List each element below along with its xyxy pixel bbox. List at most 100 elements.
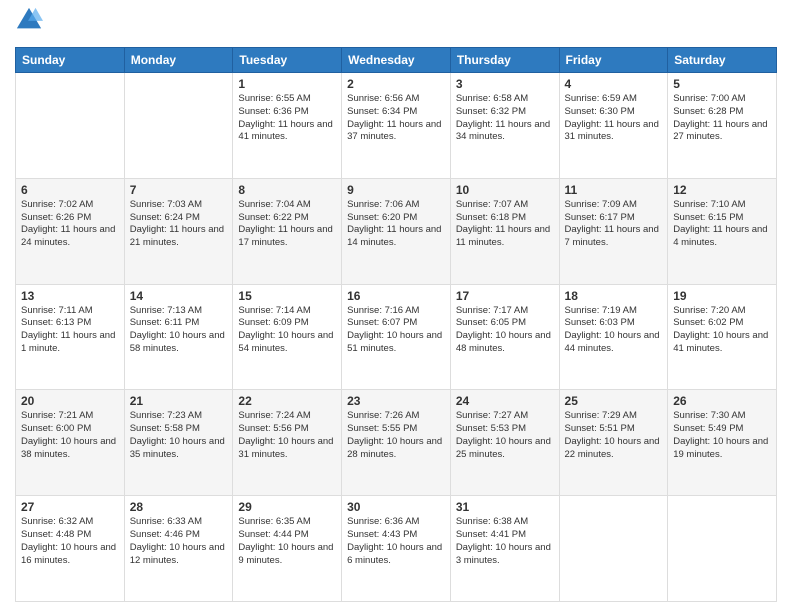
day-number: 16	[347, 289, 445, 303]
day-number: 17	[456, 289, 554, 303]
weekday-header-cell: Thursday	[450, 48, 559, 73]
day-number: 23	[347, 394, 445, 408]
calendar-cell: 17 Sunrise: 7:17 AMSunset: 6:05 PMDayligh…	[450, 284, 559, 390]
cell-sun-info: Sunrise: 7:04 AMSunset: 6:22 PMDaylight:…	[238, 199, 336, 250]
calendar-cell	[559, 496, 668, 602]
cell-sun-info: Sunrise: 7:27 AMSunset: 5:53 PMDaylight:…	[456, 410, 554, 461]
cell-sun-info: Sunrise: 6:33 AMSunset: 4:46 PMDaylight:…	[130, 516, 228, 567]
calendar-cell: 7 Sunrise: 7:03 AMSunset: 6:24 PMDaylight…	[124, 178, 233, 284]
logo-icon	[15, 6, 43, 34]
cell-sun-info: Sunrise: 7:24 AMSunset: 5:56 PMDaylight:…	[238, 410, 336, 461]
cell-sun-info: Sunrise: 7:03 AMSunset: 6:24 PMDaylight:…	[130, 199, 228, 250]
cell-sun-info: Sunrise: 7:17 AMSunset: 6:05 PMDaylight:…	[456, 305, 554, 356]
day-number: 21	[130, 394, 228, 408]
day-number: 22	[238, 394, 336, 408]
cell-sun-info: Sunrise: 6:56 AMSunset: 6:34 PMDaylight:…	[347, 93, 445, 144]
calendar-cell: 27 Sunrise: 6:32 AMSunset: 4:48 PMDayligh…	[16, 496, 125, 602]
day-number: 11	[565, 183, 663, 197]
calendar-cell: 13 Sunrise: 7:11 AMSunset: 6:13 PMDayligh…	[16, 284, 125, 390]
day-number: 9	[347, 183, 445, 197]
calendar-cell: 28 Sunrise: 6:33 AMSunset: 4:46 PMDayligh…	[124, 496, 233, 602]
calendar-cell: 9 Sunrise: 7:06 AMSunset: 6:20 PMDaylight…	[342, 178, 451, 284]
cell-sun-info: Sunrise: 6:59 AMSunset: 6:30 PMDaylight:…	[565, 93, 663, 144]
day-number: 10	[456, 183, 554, 197]
day-number: 24	[456, 394, 554, 408]
cell-sun-info: Sunrise: 7:16 AMSunset: 6:07 PMDaylight:…	[347, 305, 445, 356]
day-number: 30	[347, 500, 445, 514]
cell-sun-info: Sunrise: 6:32 AMSunset: 4:48 PMDaylight:…	[21, 516, 119, 567]
calendar-body: 1 Sunrise: 6:55 AMSunset: 6:36 PMDaylight…	[16, 73, 777, 602]
calendar-cell: 2 Sunrise: 6:56 AMSunset: 6:34 PMDaylight…	[342, 73, 451, 179]
weekday-header-cell: Wednesday	[342, 48, 451, 73]
day-number: 7	[130, 183, 228, 197]
cell-sun-info: Sunrise: 7:13 AMSunset: 6:11 PMDaylight:…	[130, 305, 228, 356]
day-number: 13	[21, 289, 119, 303]
calendar-cell: 15 Sunrise: 7:14 AMSunset: 6:09 PMDayligh…	[233, 284, 342, 390]
cell-sun-info: Sunrise: 7:20 AMSunset: 6:02 PMDaylight:…	[673, 305, 771, 356]
calendar-cell: 23Sunrise: 7:26 AMSunset: 5:55 PMDayligh…	[342, 390, 451, 496]
day-number: 25	[565, 394, 663, 408]
logo	[15, 10, 43, 39]
cell-sun-info: Sunrise: 7:11 AMSunset: 6:13 PMDaylight:…	[21, 305, 119, 356]
calendar-cell	[16, 73, 125, 179]
day-number: 28	[130, 500, 228, 514]
cell-sun-info: Sunrise: 6:58 AMSunset: 6:32 PMDaylight:…	[456, 93, 554, 144]
day-number: 5	[673, 77, 771, 91]
day-number: 29	[238, 500, 336, 514]
calendar-cell	[124, 73, 233, 179]
day-number: 2	[347, 77, 445, 91]
calendar-week-row: 13 Sunrise: 7:11 AMSunset: 6:13 PMDayligh…	[16, 284, 777, 390]
calendar-cell: 3 Sunrise: 6:58 AMSunset: 6:32 PMDaylight…	[450, 73, 559, 179]
cell-sun-info: Sunrise: 7:06 AMSunset: 6:20 PMDaylight:…	[347, 199, 445, 250]
calendar-cell: 16 Sunrise: 7:16 AMSunset: 6:07 PMDayligh…	[342, 284, 451, 390]
calendar-cell: 29Sunrise: 6:35 AMSunset: 4:44 PMDayligh…	[233, 496, 342, 602]
cell-sun-info: Sunrise: 7:30 AMSunset: 5:49 PMDaylight:…	[673, 410, 771, 461]
day-number: 8	[238, 183, 336, 197]
weekday-header-cell: Tuesday	[233, 48, 342, 73]
weekday-header-cell: Friday	[559, 48, 668, 73]
calendar-week-row: 1 Sunrise: 6:55 AMSunset: 6:36 PMDaylight…	[16, 73, 777, 179]
cell-sun-info: Sunrise: 7:29 AMSunset: 5:51 PMDaylight:…	[565, 410, 663, 461]
day-number: 4	[565, 77, 663, 91]
calendar-cell: 31Sunrise: 6:38 AMSunset: 4:41 PMDayligh…	[450, 496, 559, 602]
page: SundayMondayTuesdayWednesdayThursdayFrid…	[0, 0, 792, 612]
day-number: 6	[21, 183, 119, 197]
calendar-cell: 10 Sunrise: 7:07 AMSunset: 6:18 PMDayligh…	[450, 178, 559, 284]
calendar-cell: 12Sunrise: 7:10 AMSunset: 6:15 PMDayligh…	[668, 178, 777, 284]
calendar-cell: 30Sunrise: 6:36 AMSunset: 4:43 PMDayligh…	[342, 496, 451, 602]
calendar-cell: 20Sunrise: 7:21 AMSunset: 6:00 PMDayligh…	[16, 390, 125, 496]
calendar-cell: 25 Sunrise: 7:29 AMSunset: 5:51 PMDayligh…	[559, 390, 668, 496]
day-number: 26	[673, 394, 771, 408]
calendar-week-row: 20Sunrise: 7:21 AMSunset: 6:00 PMDayligh…	[16, 390, 777, 496]
day-number: 14	[130, 289, 228, 303]
calendar-cell: 5 Sunrise: 7:00 AMSunset: 6:28 PMDaylight…	[668, 73, 777, 179]
day-number: 1	[238, 77, 336, 91]
day-number: 20	[21, 394, 119, 408]
calendar-cell: 24 Sunrise: 7:27 AMSunset: 5:53 PMDayligh…	[450, 390, 559, 496]
calendar-table: SundayMondayTuesdayWednesdayThursdayFrid…	[15, 47, 777, 602]
day-number: 27	[21, 500, 119, 514]
day-number: 15	[238, 289, 336, 303]
calendar-week-row: 6Sunrise: 7:02 AMSunset: 6:26 PMDaylight…	[16, 178, 777, 284]
cell-sun-info: Sunrise: 7:14 AMSunset: 6:09 PMDaylight:…	[238, 305, 336, 356]
day-number: 3	[456, 77, 554, 91]
calendar-cell: 11 Sunrise: 7:09 AMSunset: 6:17 PMDayligh…	[559, 178, 668, 284]
cell-sun-info: Sunrise: 7:07 AMSunset: 6:18 PMDaylight:…	[456, 199, 554, 250]
calendar-cell: 22 Sunrise: 7:24 AMSunset: 5:56 PMDayligh…	[233, 390, 342, 496]
calendar-cell: 4 Sunrise: 6:59 AMSunset: 6:30 PMDaylight…	[559, 73, 668, 179]
cell-sun-info: Sunrise: 7:23 AMSunset: 5:58 PMDaylight:…	[130, 410, 228, 461]
day-number: 12	[673, 183, 771, 197]
cell-sun-info: Sunrise: 7:09 AMSunset: 6:17 PMDaylight:…	[565, 199, 663, 250]
cell-sun-info: Sunrise: 7:19 AMSunset: 6:03 PMDaylight:…	[565, 305, 663, 356]
weekday-header-cell: Saturday	[668, 48, 777, 73]
cell-sun-info: Sunrise: 7:00 AMSunset: 6:28 PMDaylight:…	[673, 93, 771, 144]
weekday-header-cell: Sunday	[16, 48, 125, 73]
calendar-cell: 6Sunrise: 7:02 AMSunset: 6:26 PMDaylight…	[16, 178, 125, 284]
calendar-cell: 1 Sunrise: 6:55 AMSunset: 6:36 PMDaylight…	[233, 73, 342, 179]
calendar-cell	[668, 496, 777, 602]
cell-sun-info: Sunrise: 6:55 AMSunset: 6:36 PMDaylight:…	[238, 93, 336, 144]
calendar-cell: 19Sunrise: 7:20 AMSunset: 6:02 PMDayligh…	[668, 284, 777, 390]
cell-sun-info: Sunrise: 6:38 AMSunset: 4:41 PMDaylight:…	[456, 516, 554, 567]
calendar-week-row: 27 Sunrise: 6:32 AMSunset: 4:48 PMDayligh…	[16, 496, 777, 602]
weekday-header-row: SundayMondayTuesdayWednesdayThursdayFrid…	[16, 48, 777, 73]
